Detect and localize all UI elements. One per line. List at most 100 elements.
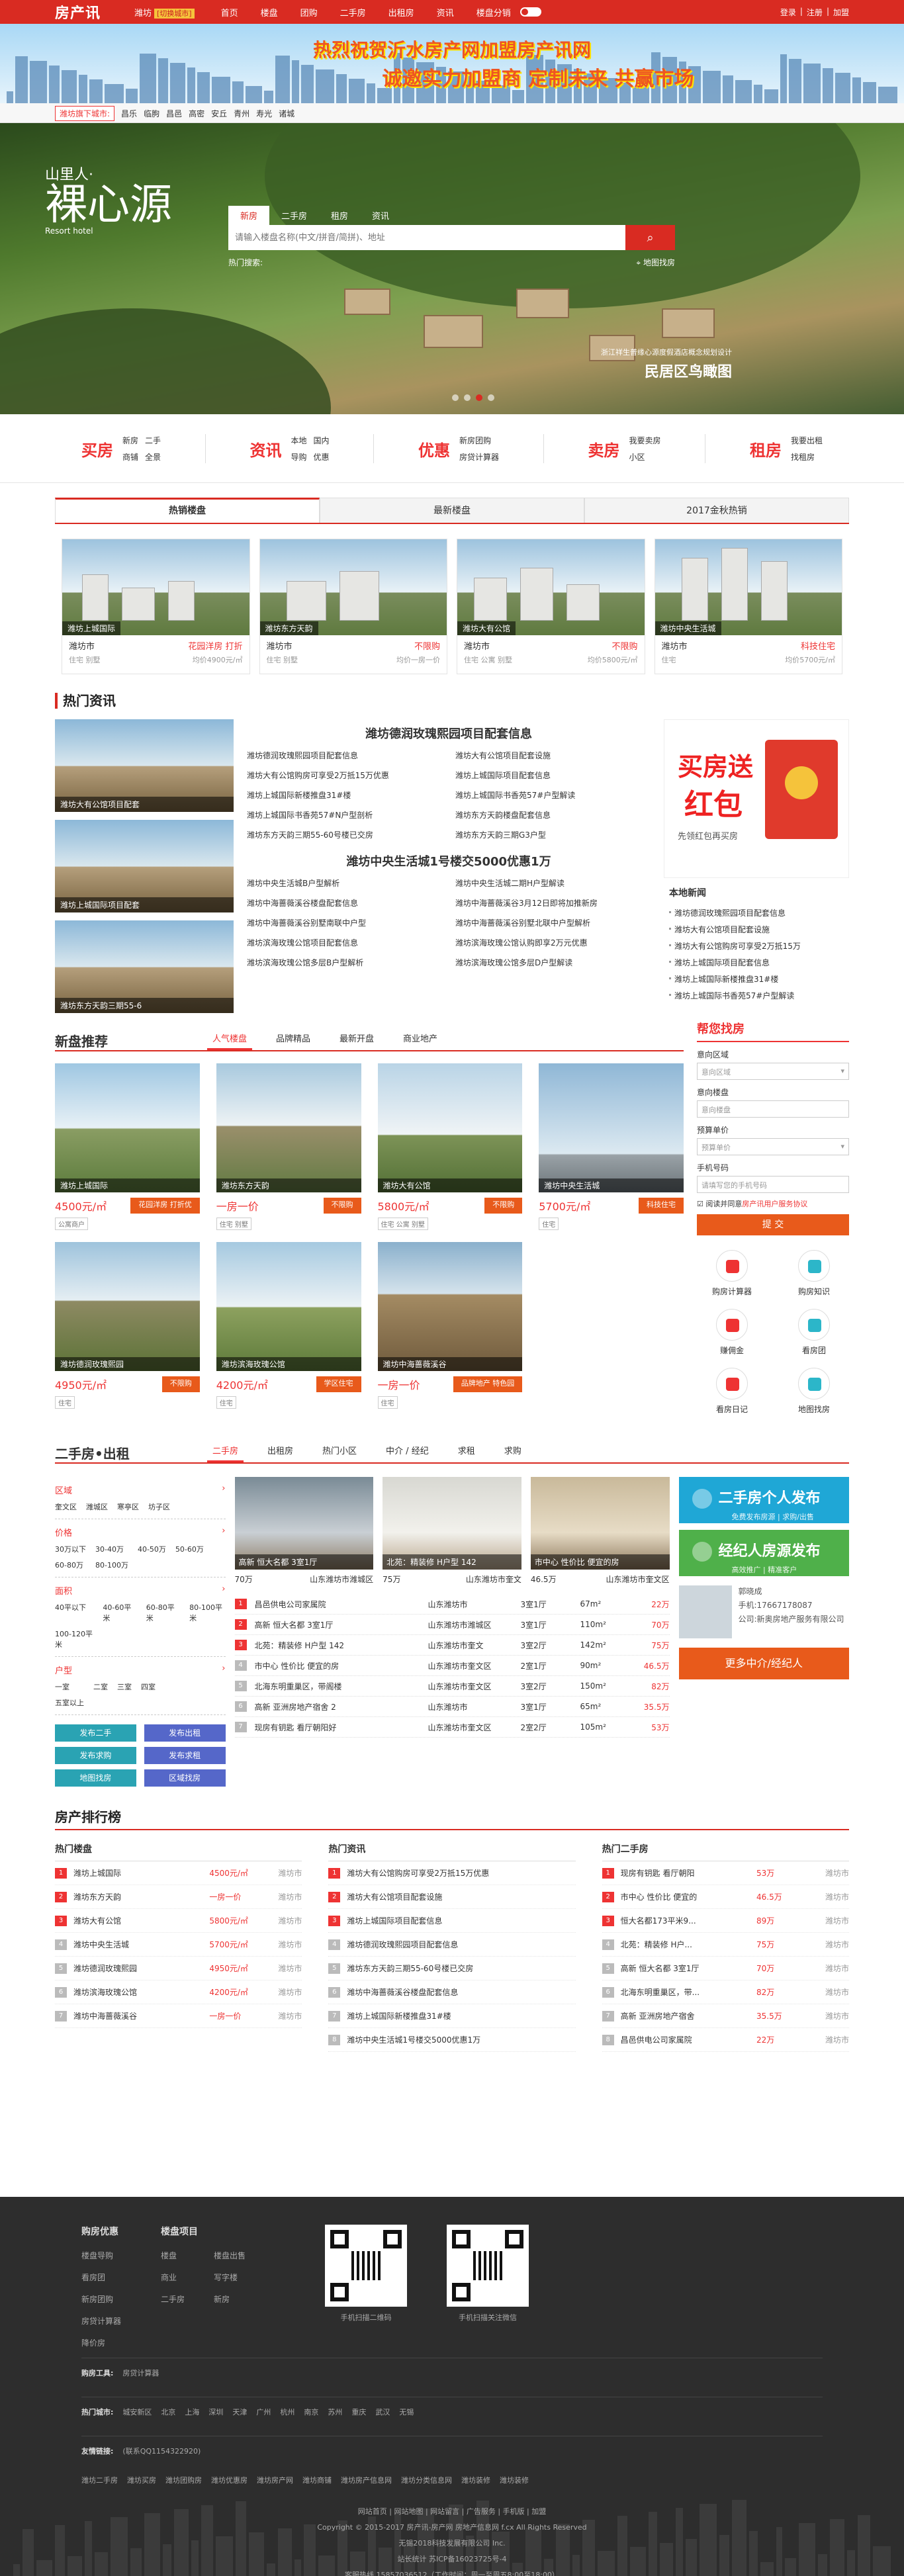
news-image[interactable]: 潍坊上城国际项目配套 [55,820,234,912]
hot-city-link[interactable]: 北京 [161,2407,175,2417]
filter-option[interactable]: 40-60平米 [103,1602,136,1623]
footer-link[interactable]: 二手房 [161,2293,185,2305]
tool-diary[interactable]: 看房日记 [697,1368,767,1415]
slider-dot[interactable] [488,394,494,401]
quick-link[interactable]: 我要出租 [791,435,823,446]
news-item[interactable]: 潍坊上城国际项目配套信息 [455,770,651,781]
ranking-item[interactable]: 2 潍坊大有公馆项目配套设施 [328,1885,576,1909]
new-house-card[interactable]: 潍坊上城国际 4500元/㎡ 花园洋房 打折优 公寓商户 [55,1063,200,1230]
hot-city-link[interactable]: 城安新区 [122,2407,152,2417]
tab-commercial[interactable]: 商业地产 [398,1028,443,1050]
agree-row[interactable]: ☑ 阅读并同意房产讯用户服务协议 [697,1198,849,1209]
quick-link[interactable]: 优惠 [314,451,330,463]
search-tab-rent[interactable]: 租房 [319,206,360,225]
ranking-item[interactable]: 1 现房有钥匙 看厅朝阳 53万 潍坊市 [602,1861,849,1885]
hot-city-link[interactable]: 上海 [185,2407,199,2417]
tab-hot[interactable]: 热销楼盘 [55,498,320,523]
filter-option[interactable]: 四室 [141,1681,156,1692]
sub-city-link[interactable]: 昌邑 [166,108,182,119]
filter-option[interactable]: 80-100万 [95,1560,128,1570]
footer-link[interactable]: 新房团购 [81,2293,121,2305]
friend-link[interactable]: 潍坊装修 [461,2475,490,2485]
second-hand-card[interactable]: 市中心 性价比 便宜的房 46.5万 山东潍坊市奎文区 [530,1477,670,1585]
sub-city-link[interactable]: 寿光 [256,108,272,119]
news-item[interactable]: 潍坊中央生活城二期H户型解读 [455,877,651,889]
friend-link[interactable]: 潍坊商铺 [302,2475,332,2485]
hot-city-link[interactable]: 广州 [256,2407,271,2417]
filter-option[interactable]: 寒亭区 [117,1501,139,1512]
publish-rent-button[interactable]: 发布出租 [144,1724,226,1742]
hot-city-link[interactable]: 南京 [304,2407,318,2417]
promo-banner[interactable]: 热烈祝贺沂水房产网加盟房产讯网 诚邀实力加盟商 定制未来 共赢市场 [0,24,904,103]
news-item[interactable]: 潍坊滨海玫瑰公馆多层D户型解读 [455,957,651,968]
filter-option[interactable]: 二室 [93,1681,108,1692]
ranking-item[interactable]: 5 高新 恒大名都 3室1厅 70万 潍坊市 [602,1957,849,1980]
baidu-toggle[interactable] [520,7,541,17]
menu-chuzu[interactable]: 出租房 [388,6,414,19]
menu-tuangou[interactable]: 团购 [300,6,318,19]
new-house-card[interactable]: 潍坊德润玫瑰熙园 4950元/㎡ 不限购 住宅 [55,1242,200,1409]
tab-rent[interactable]: 出租房 [262,1440,298,1462]
menu-loupan[interactable]: 楼盘 [261,6,278,19]
register-link[interactable]: 注册 [807,7,823,18]
quick-link[interactable]: 商铺 [122,451,138,463]
filter-option[interactable]: 50-60万 [175,1544,204,1554]
slider-dot[interactable] [464,394,471,401]
new-house-card[interactable]: 潍坊东方天韵 一房一价 不限购 住宅 别墅 [216,1063,361,1230]
tab-community[interactable]: 热门小区 [317,1440,362,1462]
news-item[interactable]: 潍坊东方天韵三期G3户型 [455,829,651,840]
map-find-button[interactable]: 地图找房 [55,1769,136,1787]
ranking-item[interactable]: 6 北海东明重巢区，带... 82万 潍坊市 [602,1980,849,2004]
filter-option[interactable]: 80-100平米 [189,1602,225,1623]
hero-slider[interactable]: 山里人· 裸心源 Resort hotel 新房 二手房 租房 资讯 ⌕ 热门搜… [0,123,904,414]
sub-city-link[interactable]: 青州 [234,108,249,119]
friend-link[interactable]: 潍坊二手房 [81,2475,118,2485]
footer-link[interactable]: 降价房 [81,2337,121,2348]
search-tab-news[interactable]: 资讯 [360,206,401,225]
news-item[interactable]: 潍坊滨海玫瑰公馆多层B户型解析 [247,957,442,968]
local-news-item[interactable]: 潍坊上城国际新楼推盘31#楼 [664,971,849,987]
ranking-item[interactable]: 3 潍坊大有公馆 5800元/㎡ 潍坊市 [55,1909,302,1933]
filter-option[interactable]: 三室 [117,1681,132,1692]
quick-link[interactable]: 国内 [314,435,330,446]
switch-city-link[interactable]: [切换城市] [154,8,195,19]
menu-zixun[interactable]: 资讯 [437,6,454,19]
filter-option[interactable]: 30万以下 [55,1544,86,1554]
publish-want-rent-button[interactable]: 发布求租 [144,1747,226,1764]
hot-city-link[interactable]: 杭州 [280,2407,294,2417]
quick-link[interactable]: 我要卖房 [629,435,660,446]
red-packet-ad[interactable]: 买房送 红包 先领红包再买房 [664,719,849,878]
sub-city-link[interactable]: 临朐 [144,108,159,119]
hot-city-link[interactable]: 深圳 [208,2407,223,2417]
news-item[interactable]: 潍坊大有公馆购房可享受2万抵15万优惠 [247,770,442,781]
publish-want-buy-button[interactable]: 发布求购 [55,1747,136,1764]
hot-city-link[interactable]: 重庆 [351,2407,366,2417]
table-row[interactable]: 6 高新 亚洲房地产宿舍 2 山东潍坊市 3室1厅 65m² 35.5万 [234,1697,670,1717]
ranking-item[interactable]: 4 潍坊中央生活城 5700元/㎡ 潍坊市 [55,1933,302,1957]
filter-option[interactable]: 60-80平米 [146,1602,180,1623]
ranking-item[interactable]: 8 昌邑供电公司家属院 22万 潍坊市 [602,2028,849,2052]
footer-link[interactable]: 楼盘出售 [214,2250,246,2261]
ranking-item[interactable]: 1 潍坊大有公馆购房可享受2万抵15万优惠 [328,1861,576,1885]
ranking-item[interactable]: 8 潍坊中央生活城1号楼交5000优惠1万 [328,2028,576,2052]
search-button[interactable]: ⌕ [625,225,675,250]
tab-latest[interactable]: 最新楼盘 [320,498,584,523]
filter-option[interactable]: 潍城区 [86,1501,108,1512]
quick-title[interactable]: 租房 [750,437,782,461]
sub-city-link[interactable]: 高密 [189,108,204,119]
menu-fenxiao[interactable]: 楼盘分销 [476,6,511,19]
news-item[interactable]: 潍坊东方天韵三期55-60号楼已交房 [247,829,442,840]
tab-want-buy[interactable]: 求购 [499,1440,527,1462]
filter-option[interactable]: 一室 [55,1681,84,1692]
sub-city-link[interactable]: 安丘 [211,108,227,119]
hot-city-link[interactable]: 无锡 [399,2407,414,2417]
quick-link[interactable]: 二手 [145,435,161,446]
quick-link[interactable]: 找租房 [791,451,823,463]
table-row[interactable]: 1 昌邑供电公司家属院 山东潍坊市 3室1厅 67m² 22万 [234,1594,670,1615]
site-logo[interactable]: 房产讯 [55,1,134,22]
agreement-link[interactable]: 房产讯用户服务协议 [742,1200,807,1208]
menu-ershoufang[interactable]: 二手房 [340,6,366,19]
tab-brand[interactable]: 品牌精品 [271,1028,316,1050]
checkbox-icon[interactable]: ☑ [697,1200,703,1208]
footer-link[interactable]: 楼盘 [161,2250,185,2261]
